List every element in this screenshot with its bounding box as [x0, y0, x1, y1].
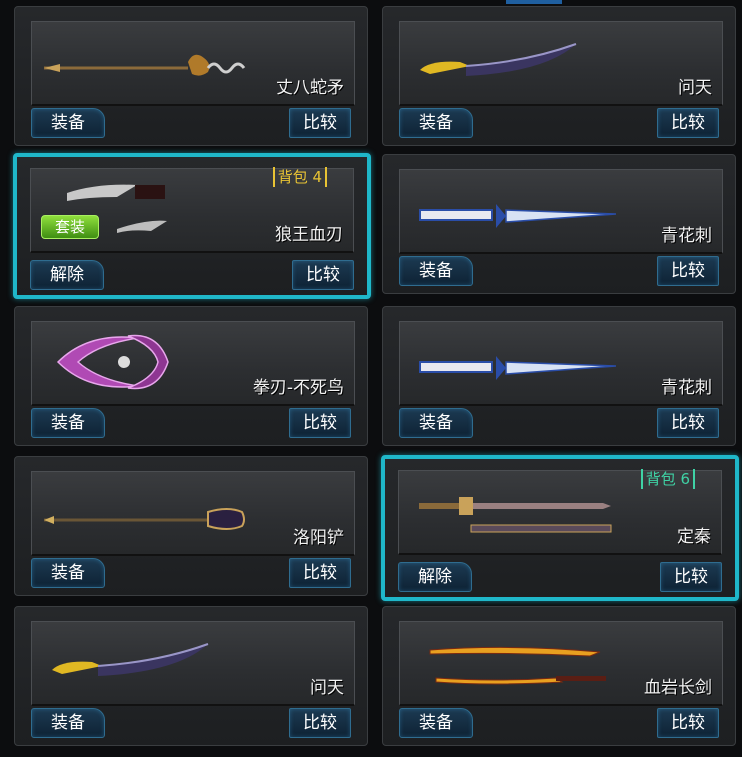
- weapon-preview: 洛阳铲: [31, 471, 355, 556]
- equip-button[interactable]: 装备: [399, 108, 473, 138]
- weapon-preview: 拳刃-不死鸟: [31, 321, 355, 406]
- weapon-preview: 丈八蛇矛: [31, 21, 355, 106]
- equip-button[interactable]: 装备: [31, 108, 105, 138]
- weapon-card[interactable]: 洛阳铲 装备 比较: [14, 456, 368, 596]
- weapon-name: 血岩长剑: [644, 678, 712, 698]
- weapon-card-selected[interactable]: 背包 6 定秦 解除 比较: [381, 455, 739, 601]
- curved-blade-icon: [52, 643, 209, 676]
- weapon-name: 青花刺: [661, 378, 712, 398]
- equip-button[interactable]: 装备: [399, 408, 473, 438]
- weapon-name: 拳刃-不死鸟: [252, 378, 344, 398]
- weapon-preview: 问天: [399, 21, 723, 106]
- weapon-inventory-grid: 丈八蛇矛 装备 比较 问天 装备 比较 套装 背包 4 狼王血刃 解除 比较 青…: [0, 0, 742, 757]
- weapon-name: 问天: [678, 78, 712, 98]
- curved-blade-icon: [420, 43, 577, 76]
- weapon-preview: 血岩长剑: [399, 621, 723, 706]
- compare-button[interactable]: 比较: [657, 708, 719, 738]
- compare-button[interactable]: 比较: [657, 408, 719, 438]
- unequip-button[interactable]: 解除: [398, 562, 472, 592]
- compare-button[interactable]: 比较: [289, 108, 351, 138]
- luoyang-shovel-icon: [44, 508, 245, 530]
- weapon-card[interactable]: 丈八蛇矛 装备 比较: [14, 6, 368, 146]
- weapon-preview: 青花刺: [399, 169, 723, 254]
- weapon-name: 青花刺: [661, 226, 712, 246]
- lava-longsword-icon: [429, 646, 606, 685]
- compare-button[interactable]: 比较: [289, 558, 351, 588]
- porcelain-dagger-icon: [419, 356, 616, 380]
- weapon-name: 洛阳铲: [293, 528, 344, 548]
- equip-button[interactable]: 装备: [399, 256, 473, 286]
- weapon-card[interactable]: 青花刺 装备 比较: [382, 306, 736, 446]
- equip-button[interactable]: 装备: [31, 558, 105, 588]
- compare-button[interactable]: 比较: [657, 256, 719, 286]
- suit-badge: 套装: [41, 215, 99, 239]
- unequip-button[interactable]: 解除: [30, 260, 104, 290]
- bag-label: 背包 6: [640, 469, 695, 489]
- compare-button[interactable]: 比较: [289, 708, 351, 738]
- weapon-preview: 问天: [31, 621, 355, 706]
- bag-label: 背包 4: [272, 167, 327, 187]
- equip-button[interactable]: 装备: [399, 708, 473, 738]
- compare-button[interactable]: 比较: [292, 260, 354, 290]
- equip-button[interactable]: 装备: [31, 708, 105, 738]
- weapon-card[interactable]: 拳刃-不死鸟 装备 比较: [14, 306, 368, 446]
- weapon-card[interactable]: 问天 装备 比较: [382, 6, 736, 146]
- weapon-name: 定秦: [677, 527, 711, 547]
- equip-button[interactable]: 装备: [31, 408, 105, 438]
- compare-button[interactable]: 比较: [289, 408, 351, 438]
- dingqin-sword-icon: [419, 497, 612, 533]
- serpent-spear-icon: [44, 54, 246, 76]
- weapon-preview: 背包 6 定秦: [398, 469, 722, 555]
- compare-button[interactable]: 比较: [657, 108, 719, 138]
- weapon-preview: 青花刺: [399, 321, 723, 406]
- weapon-card[interactable]: 血岩长剑 装备 比较: [382, 606, 736, 746]
- weapon-name: 丈八蛇矛: [276, 78, 344, 98]
- porcelain-dagger-icon: [419, 204, 616, 228]
- weapon-card-selected[interactable]: 套装 背包 4 狼王血刃 解除 比较: [13, 153, 371, 299]
- weapon-name: 狼王血刃: [275, 225, 343, 245]
- weapon-card[interactable]: 问天 装备 比较: [14, 606, 368, 746]
- phoenix-claw-icon: [56, 334, 169, 390]
- compare-button[interactable]: 比较: [660, 562, 722, 592]
- weapon-name: 问天: [310, 678, 344, 698]
- weapon-card[interactable]: 青花刺 装备 比较: [382, 154, 736, 294]
- weapon-preview: 套装 背包 4 狼王血刃: [30, 167, 354, 253]
